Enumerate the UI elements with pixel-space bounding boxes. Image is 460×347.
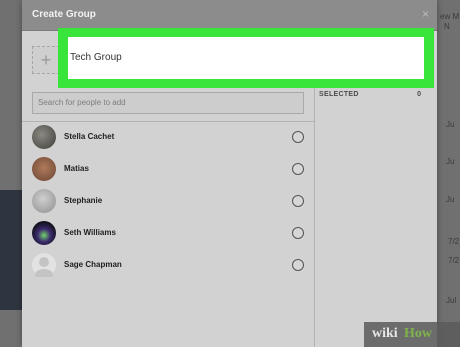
avatar <box>32 157 56 181</box>
list-item[interactable]: Seth Williams <box>22 220 314 250</box>
person-name: Matias <box>64 164 89 173</box>
list-item[interactable]: Stella Cachet <box>22 124 314 154</box>
group-name-input[interactable]: Tech Group <box>68 37 424 79</box>
selected-pane: SELECTED 0 <box>315 88 437 347</box>
group-name-value: Tech Group <box>70 52 122 63</box>
add-photo-button[interactable]: + <box>32 46 60 74</box>
background-text: 7/2 <box>448 256 460 265</box>
background-text: Ju <box>446 120 455 129</box>
select-radio[interactable] <box>292 131 304 143</box>
avatar <box>32 221 56 245</box>
selected-count: 0 <box>417 91 421 98</box>
background-image <box>0 190 22 310</box>
default-user-icon <box>35 257 53 281</box>
avatar <box>32 125 56 149</box>
list-item[interactable]: Sage Chapman <box>22 252 314 282</box>
list-item[interactable]: Stephanie <box>22 188 314 218</box>
select-radio[interactable] <box>292 195 304 207</box>
person-name: Sage Chapman <box>64 260 122 269</box>
select-radio[interactable] <box>292 259 304 271</box>
select-radio[interactable] <box>292 227 304 239</box>
dialog-title: Create Group <box>32 9 96 20</box>
background-text: Ju <box>446 195 455 204</box>
person-name: Stella Cachet <box>64 132 115 141</box>
person-name: Seth Williams <box>64 228 116 237</box>
avatar <box>32 189 56 213</box>
watermark-wiki: wiki <box>372 326 398 341</box>
search-people-input[interactable]: Search for people to add <box>32 92 304 114</box>
avatar <box>32 253 56 281</box>
background-text: Jul <box>446 296 457 305</box>
group-name-highlight: Tech Group <box>58 28 434 88</box>
wikihow-watermark: wiki How <box>364 322 460 347</box>
dialog-header: Create Group × <box>22 0 437 31</box>
create-group-dialog: Create Group × + Tech Group Search for p… <box>22 0 437 347</box>
divider <box>22 121 314 122</box>
people-pane: Search for people to add Stella Cachet M… <box>22 88 314 347</box>
background-text: N <box>444 22 450 31</box>
background-text: 7/2 <box>448 237 460 246</box>
close-icon[interactable]: × <box>422 7 429 21</box>
background-text: Ju <box>446 157 455 166</box>
list-item[interactable]: Matias <box>22 156 314 186</box>
background-text: ew M <box>440 12 460 21</box>
selected-label: SELECTED <box>319 91 359 98</box>
select-radio[interactable] <box>292 163 304 175</box>
person-name: Stephanie <box>64 196 103 205</box>
watermark-how: How <box>404 326 432 341</box>
